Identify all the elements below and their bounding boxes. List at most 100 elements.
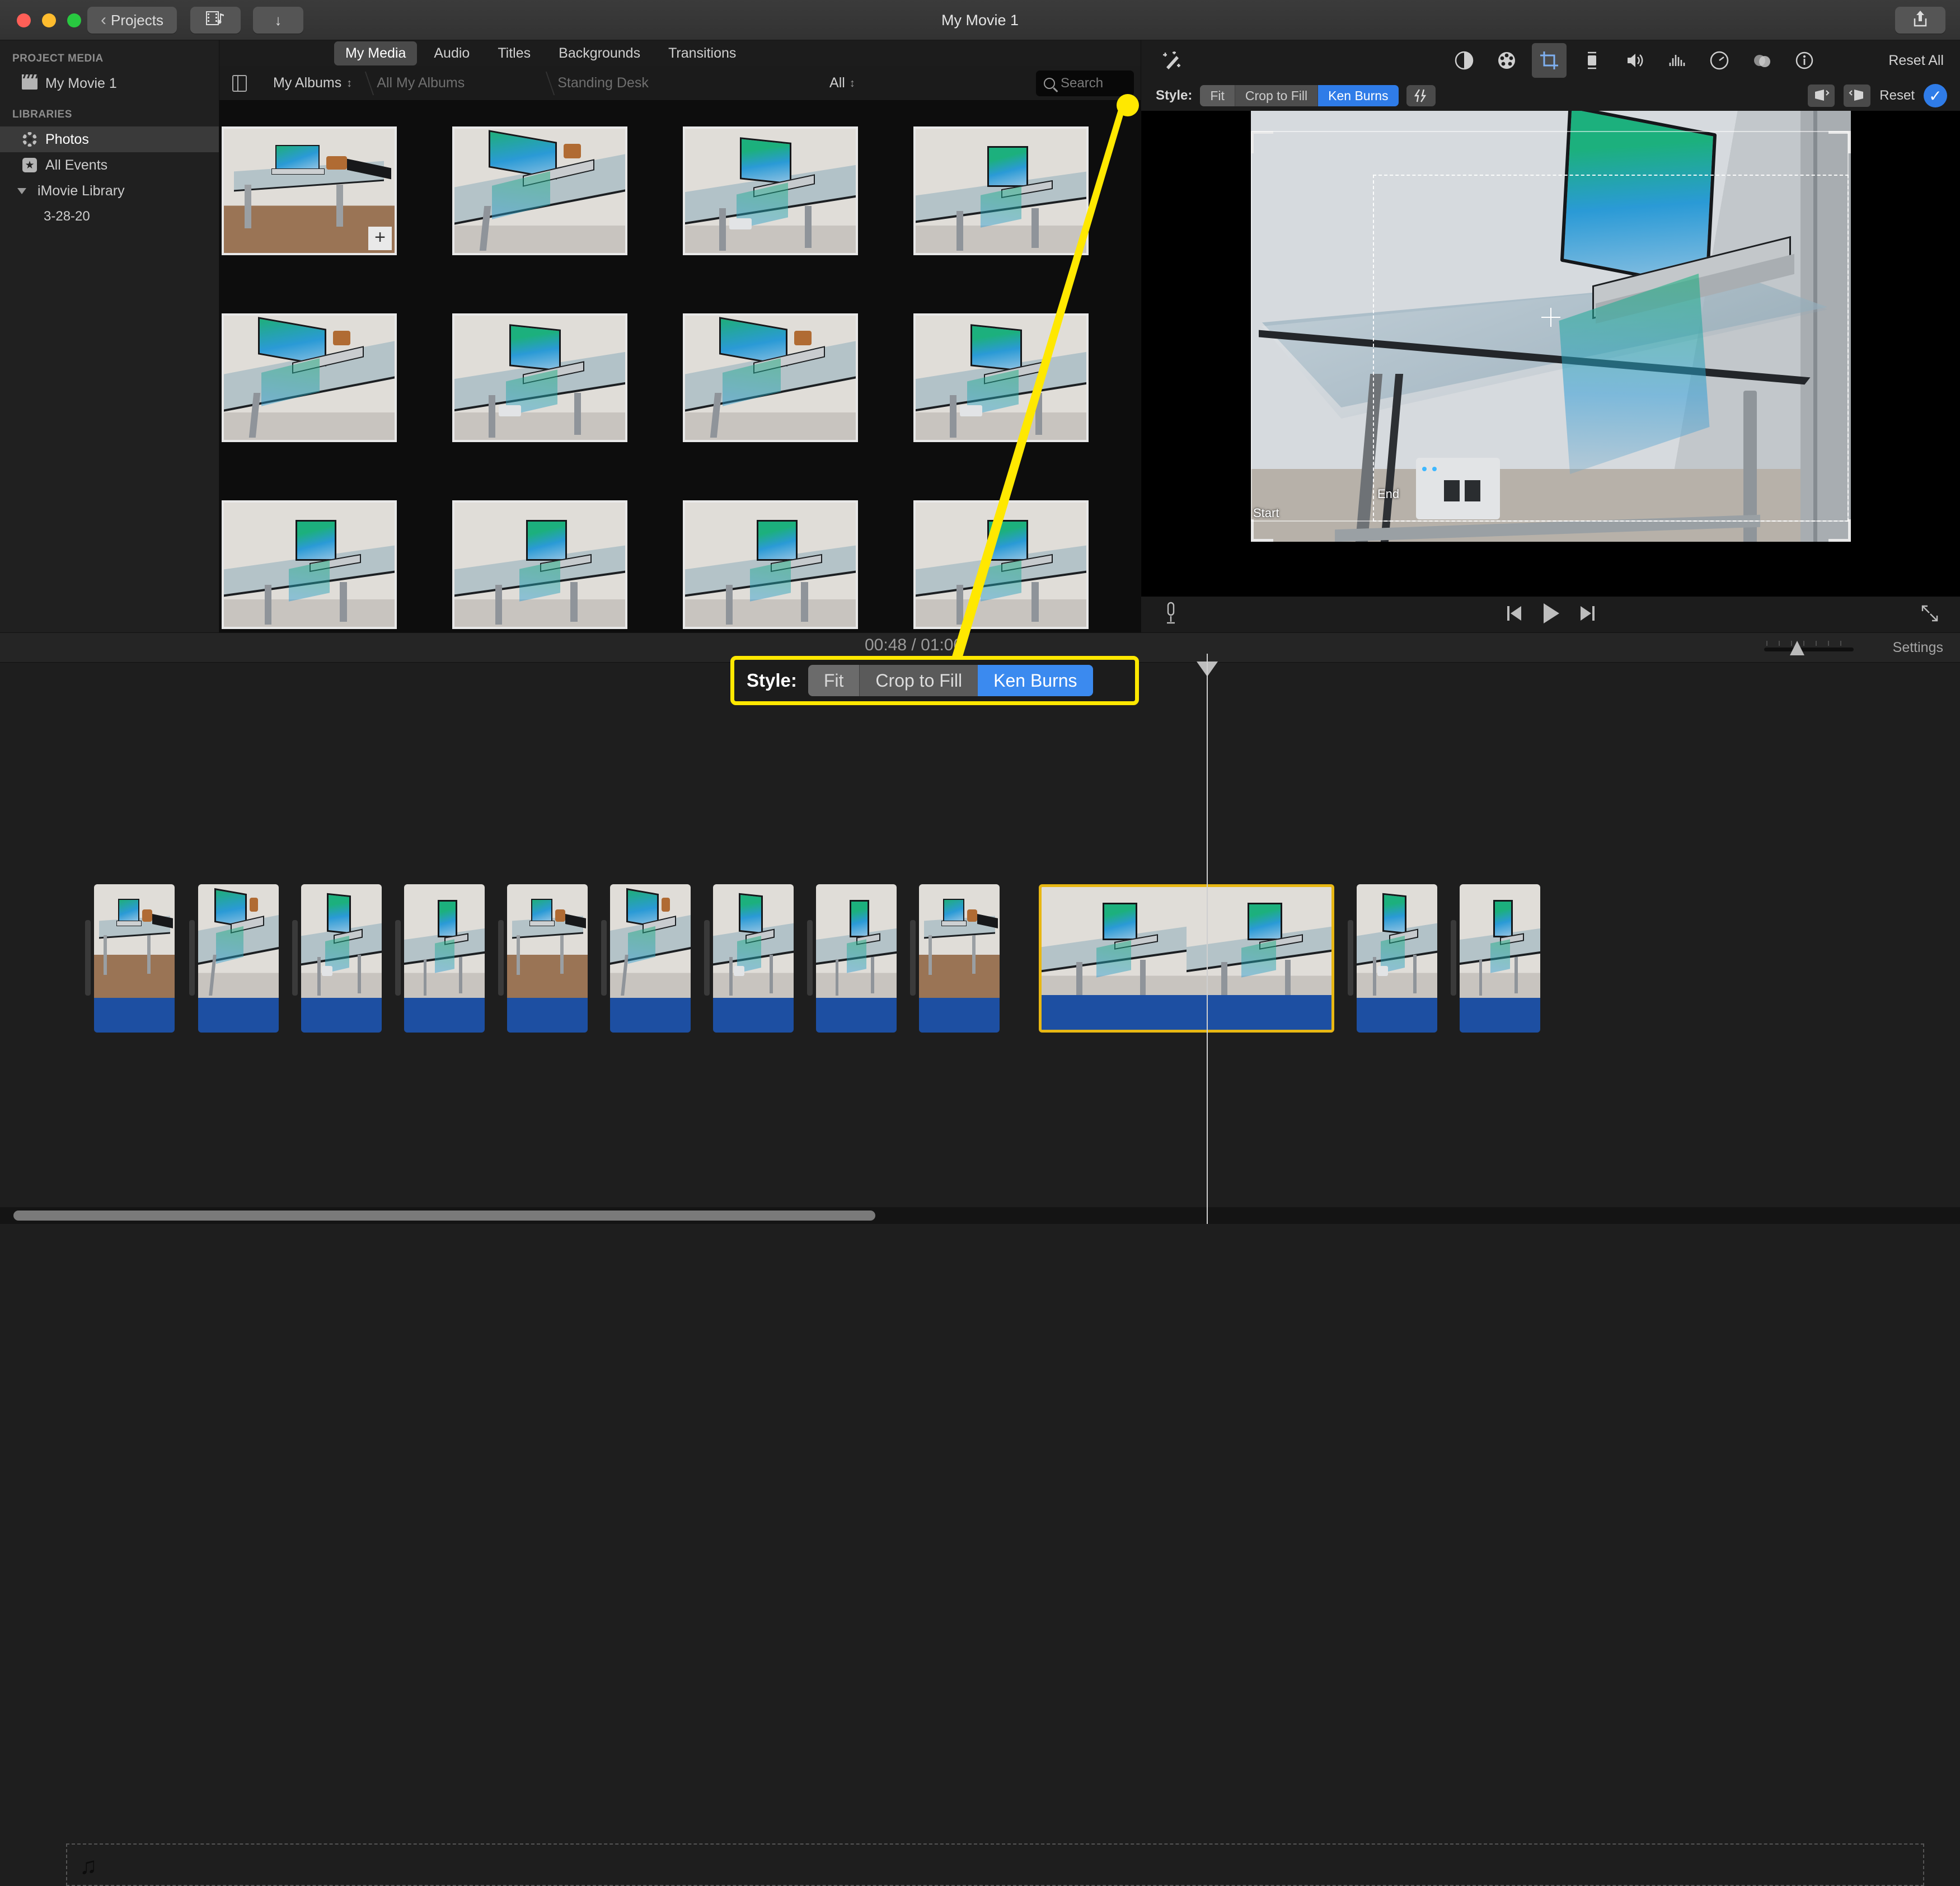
clip-trim-handle[interactable]	[910, 920, 916, 996]
info-icon[interactable]	[1787, 43, 1822, 78]
crop-right-controls: Reset ✓	[1808, 84, 1947, 107]
callout-option-fit[interactable]: Fit	[808, 665, 860, 696]
timeline-settings-button[interactable]: Settings	[1893, 640, 1943, 656]
breadcrumb-all-my-albums[interactable]: All My Albums	[377, 75, 465, 91]
color-correction-icon[interactable]	[1489, 43, 1524, 78]
disclosure-triangle-down-icon[interactable]	[13, 184, 30, 198]
volume-icon[interactable]	[1617, 43, 1652, 78]
fullscreen-icon[interactable]	[1920, 604, 1939, 626]
clip-trim-handle[interactable]	[395, 920, 401, 996]
play-icon[interactable]	[1541, 602, 1560, 627]
timeline-zoom-slider[interactable]	[1764, 641, 1854, 655]
reset-all-button[interactable]: Reset All	[1888, 53, 1944, 69]
noise-reduction-icon[interactable]	[1659, 43, 1694, 78]
clip-trim-handle[interactable]	[292, 920, 298, 996]
rotate-counterclockwise-icon[interactable]	[1808, 85, 1835, 107]
music-dropzone[interactable]: ♫	[66, 1843, 1924, 1886]
media-thumbnail[interactable]	[913, 126, 1089, 255]
timeline-clip[interactable]	[404, 884, 485, 1033]
breadcrumb-label: My Albums	[273, 75, 342, 91]
breadcrumb-standing-desk[interactable]: Standing Desk	[557, 75, 649, 91]
timeline-clip[interactable]	[507, 884, 588, 1033]
tab-my-media[interactable]: My Media	[334, 41, 418, 65]
clapperboard-icon	[21, 74, 38, 91]
media-thumbnail[interactable]	[452, 500, 627, 629]
video-frame[interactable]: End	[1251, 111, 1851, 542]
crop-handle-bottom-right[interactable]	[1828, 519, 1851, 542]
skip-to-beginning-icon[interactable]	[1506, 604, 1522, 626]
timeline-clip[interactable]	[919, 884, 1000, 1033]
timeline-clip[interactable]	[301, 884, 382, 1033]
media-thumbnail[interactable]	[913, 500, 1089, 629]
color-balance-icon[interactable]	[1447, 43, 1481, 78]
tab-transitions[interactable]: Transitions	[657, 41, 747, 65]
sidebar-item-imovie-library[interactable]: iMovie Library	[0, 178, 219, 204]
callout-anchor-dot	[1117, 94, 1139, 116]
music-note-icon: ♫	[79, 1852, 97, 1879]
media-thumbnail[interactable]	[452, 313, 627, 442]
timeline-clip[interactable]	[94, 884, 175, 1033]
clip-trim-handle[interactable]	[601, 920, 607, 996]
sidebar-toggle-icon[interactable]	[227, 73, 252, 93]
timeline-clip[interactable]	[816, 884, 897, 1033]
sidebar-item-all-events[interactable]: ★ All Events	[0, 152, 219, 178]
star-box-icon: ★	[21, 158, 38, 172]
timeline-clip[interactable]	[198, 884, 279, 1033]
media-thumbnail[interactable]	[222, 500, 397, 629]
media-thumbnail[interactable]	[222, 313, 397, 442]
skip-to-end-icon[interactable]	[1579, 604, 1596, 626]
breadcrumb-label: Standing Desk	[557, 75, 649, 91]
sidebar-item-event-3-28-20[interactable]: 3-28-20	[0, 204, 219, 229]
sidebar-item-photos[interactable]: Photos	[0, 126, 219, 152]
clip-trim-handle[interactable]	[498, 920, 504, 996]
timeline-clip[interactable]	[610, 884, 691, 1033]
media-tab-bar: My Media Audio Titles Backgrounds Transi…	[219, 40, 1141, 66]
clip-trim-handle[interactable]	[189, 920, 195, 996]
clip-trim-handle[interactable]	[1348, 920, 1353, 996]
search-input[interactable]: Search	[1036, 70, 1134, 96]
style-option-ken-burns[interactable]: Ken Burns	[1318, 85, 1399, 106]
style-option-crop-to-fill[interactable]: Crop to Fill	[1235, 85, 1319, 106]
apply-checkmark-icon[interactable]: ✓	[1924, 84, 1947, 107]
rotate-clockwise-icon[interactable]	[1844, 85, 1871, 107]
media-thumbnail[interactable]	[683, 313, 858, 442]
cropping-icon[interactable]	[1532, 43, 1567, 78]
timeline-horizontal-scrollbar[interactable]	[13, 1211, 875, 1221]
tab-titles[interactable]: Titles	[486, 41, 542, 65]
thumbnail-image	[685, 316, 856, 440]
timeline-clip[interactable]	[713, 884, 794, 1033]
media-thumbnail[interactable]	[683, 500, 858, 629]
sidebar-item-my-movie-1[interactable]: My Movie 1	[0, 71, 219, 96]
media-thumbnail[interactable]: +	[222, 126, 397, 255]
reset-crop-button[interactable]: Reset	[1879, 88, 1915, 104]
timeline[interactable]: ♫	[0, 663, 1960, 1886]
clip-trim-handle[interactable]	[85, 920, 91, 996]
breadcrumb-bar: My Albums ↕ All My Albums Standing Desk …	[219, 66, 1141, 101]
auto-enhance-icon[interactable]	[1155, 43, 1189, 78]
filter-all-menu[interactable]: All ↕	[829, 75, 855, 91]
media-thumbnail[interactable]	[452, 126, 627, 255]
tab-audio[interactable]: Audio	[423, 41, 481, 65]
tab-backgrounds[interactable]: Backgrounds	[547, 41, 651, 65]
timeline-clip[interactable]	[1460, 884, 1540, 1033]
stabilization-icon[interactable]	[1574, 43, 1609, 78]
clip-trim-handle[interactable]	[704, 920, 710, 996]
share-button[interactable]	[1895, 7, 1945, 34]
auto-crop-icon[interactable]	[1406, 85, 1436, 106]
breadcrumb-my-albums[interactable]: My Albums ↕	[273, 75, 352, 91]
clip-trim-handle[interactable]	[807, 920, 813, 996]
timeline-clip[interactable]	[1357, 884, 1437, 1033]
callout-option-ken-burns[interactable]: Ken Burns	[978, 665, 1093, 696]
timeline-clip-selected[interactable]	[1039, 884, 1334, 1033]
media-thumbnail[interactable]	[683, 126, 858, 255]
style-option-fit[interactable]: Fit	[1200, 85, 1235, 106]
callout-segmented-control: Fit Crop to Fill Ken Burns	[808, 665, 1093, 696]
zoom-slider-knob[interactable]	[1790, 641, 1804, 655]
clip-trim-handle[interactable]	[1451, 920, 1456, 996]
clip-filter-icon[interactable]	[1745, 43, 1779, 78]
callout-option-crop-to-fill[interactable]: Crop to Fill	[860, 665, 978, 696]
inspector-toolbar: Reset All	[1141, 40, 1960, 81]
speed-icon[interactable]	[1702, 43, 1737, 78]
media-thumbnail[interactable]	[913, 313, 1089, 442]
crop-handle-bottom-left[interactable]	[1251, 519, 1273, 542]
